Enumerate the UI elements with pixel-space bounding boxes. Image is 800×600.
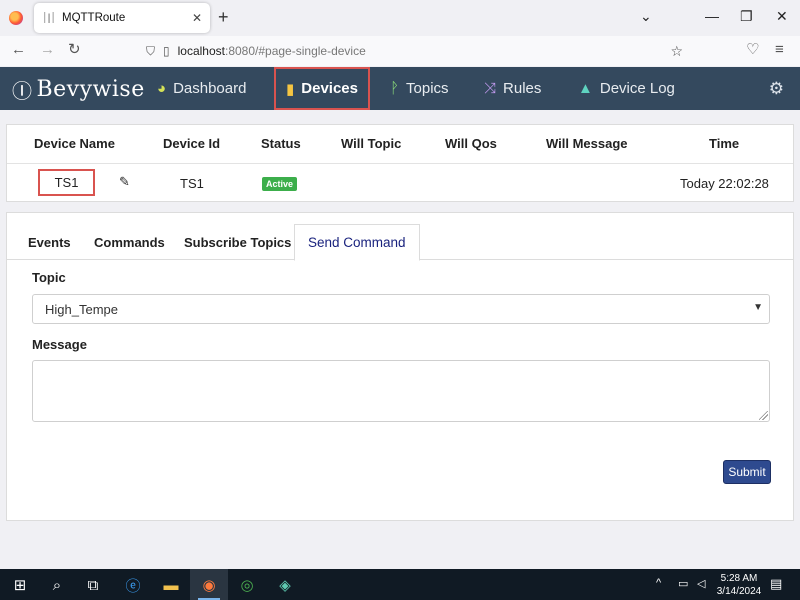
minimize-icon[interactable]: — [705, 8, 719, 24]
resize-grip-icon[interactable] [759, 411, 768, 420]
new-tab-icon[interactable]: + [218, 8, 229, 26]
submit-button[interactable]: Submit [723, 460, 771, 484]
edge-icon[interactable]: ⓔ [122, 574, 144, 596]
topics-icon: ᚹ [390, 80, 400, 97]
nav-topics[interactable]: ᚹ Topics [390, 67, 449, 110]
tab-events-label: Events [28, 234, 71, 250]
header-will-message: Will Message [546, 136, 628, 151]
device-name-cell[interactable]: TS1 [38, 169, 95, 196]
topic-select[interactable]: High_Tempe ▼ [32, 294, 770, 324]
url-host: localhost [177, 44, 225, 58]
header-status: Status [261, 136, 301, 151]
device-table: Device Name Device Id Status Will Topic … [6, 124, 794, 202]
restore-icon[interactable]: ❐ [740, 8, 753, 24]
header-will-qos: Will Qos [445, 136, 497, 151]
nav-device-log-label: Device Log [599, 80, 675, 97]
windows-start-icon[interactable]: ⊞ [9, 574, 31, 596]
file-explorer-icon[interactable]: ▬ [160, 574, 182, 596]
page-info-icon[interactable]: ▯ [163, 44, 170, 58]
tab-subscribe-topics[interactable]: Subscribe Topics [171, 224, 304, 260]
windows-taskbar: ⊞ ⌕ ⧉ ⓔ ▬ ◉ ◎ ◈ ^ ▭ ◁ 5:28 AM 3/14/2024 … [0, 569, 800, 600]
header-time: Time [709, 136, 740, 151]
browser-navbar: ← → ↻ ⛉ ▯ localhost:8080/#page-single-de… [0, 36, 800, 66]
url-text[interactable]: localhost:8080/#page-single-device [178, 44, 366, 58]
dashboard-icon: ◕ [157, 80, 167, 97]
pocket-icon[interactable]: ♡ [746, 42, 759, 58]
chrome-icon[interactable]: ◎ [236, 574, 258, 596]
browser-tab[interactable]: ⏐|⏐ MQTTRoute ✕ [34, 3, 210, 33]
close-tab-icon[interactable]: ✕ [192, 11, 202, 25]
app-header: Ⓘ Bevywise ◕ Dashboard ▮ Devices ᚹ Topic… [0, 67, 800, 110]
close-window-icon[interactable]: ✕ [776, 8, 788, 24]
nav-rules[interactable]: ⤨ Rules [484, 67, 541, 110]
menu-icon[interactable]: ≡ [775, 42, 784, 58]
nav-devices[interactable]: ▮ Devices [274, 67, 370, 110]
devices-icon: ▮ [286, 80, 295, 98]
status-badge: Active [262, 177, 298, 191]
search-icon[interactable]: ⌕ [46, 574, 68, 596]
tab-commands-label: Commands [94, 234, 165, 250]
message-textarea[interactable] [32, 360, 770, 422]
forward-icon[interactable]: → [40, 42, 55, 58]
tab-events[interactable]: Events [15, 224, 84, 260]
rules-icon: ⤨ [484, 80, 497, 97]
tab-commands[interactable]: Commands [81, 224, 178, 260]
nav-dashboard-label: Dashboard [173, 80, 247, 97]
nav-rules-label: Rules [503, 80, 542, 97]
notifications-icon[interactable]: ▤ [770, 576, 782, 592]
shield-icon[interactable]: ⛉ [146, 44, 155, 59]
tab-bar: Events Commands Subscribe Topics Send Co… [7, 224, 793, 261]
network-icon[interactable]: ▭ [678, 577, 688, 590]
url-bar[interactable]: ⛉ ▯ localhost:8080/#page-single-device ☆ [140, 38, 695, 64]
back-icon[interactable]: ← [11, 42, 26, 58]
tab-subscribe-topics-label: Subscribe Topics [184, 234, 292, 250]
brand-logo[interactable]: Ⓘ Bevywise [12, 75, 145, 104]
edit-pencil-icon[interactable]: ✎ [119, 174, 130, 190]
row-divider [7, 163, 793, 164]
device-id: TS1 [180, 176, 204, 191]
firefox-taskbar-icon[interactable]: ◉ [198, 574, 220, 596]
message-label: Message [32, 337, 87, 352]
browser-tab-strip: ⏐|⏐ MQTTRoute ✕ + ⌄ — ❐ ✕ [0, 0, 800, 36]
volume-icon[interactable]: ◁ [697, 577, 705, 590]
nav-device-log[interactable]: ▲ Device Log [578, 67, 675, 110]
url-path: :8080/#page-single-device [225, 44, 366, 58]
reload-icon[interactable]: ↻ [68, 42, 81, 58]
chevron-down-icon: ▼ [753, 302, 763, 313]
warning-icon: ▲ [578, 80, 593, 97]
tab-list-chevron-icon[interactable]: ⌄ [640, 8, 652, 24]
clock-date: 3/14/2024 [716, 586, 762, 597]
firefox-icon [9, 11, 23, 25]
mqtt-favicon-icon: ⏐|⏐ [42, 12, 56, 24]
bookmark-star-icon[interactable]: ☆ [670, 43, 683, 60]
bevywise-logo-icon: Ⓘ [12, 79, 33, 103]
taskbar-clock[interactable]: 5:28 AM 3/14/2024 [714, 572, 764, 598]
gear-icon[interactable]: ⚙ [769, 79, 784, 99]
topic-label: Topic [32, 270, 66, 285]
nav-devices-label: Devices [301, 80, 358, 97]
nav-dashboard[interactable]: ◕ Dashboard [157, 67, 246, 110]
device-name: TS1 [54, 175, 79, 190]
topic-selected-value: High_Tempe [45, 301, 118, 317]
tab-send-command-label: Send Command [308, 235, 406, 250]
tray-chevron-icon[interactable]: ^ [656, 577, 661, 589]
header-will-topic: Will Topic [341, 136, 402, 151]
header-device-id: Device Id [163, 136, 221, 151]
tab-send-command[interactable]: Send Command [294, 224, 420, 261]
header-device-name: Device Name [34, 136, 115, 151]
submit-label: Submit [728, 465, 766, 479]
nav-topics-label: Topics [406, 80, 449, 97]
tab-title: MQTTRoute [62, 12, 126, 24]
mqttroute-app-icon[interactable]: ◈ [274, 574, 296, 596]
device-detail-panel: Events Commands Subscribe Topics Send Co… [6, 212, 794, 521]
device-time: Today 22:02:28 [680, 176, 769, 191]
task-view-icon[interactable]: ⧉ [82, 574, 104, 596]
clock-time: 5:28 AM [720, 573, 758, 584]
brand-name: Bevywise [36, 77, 145, 102]
